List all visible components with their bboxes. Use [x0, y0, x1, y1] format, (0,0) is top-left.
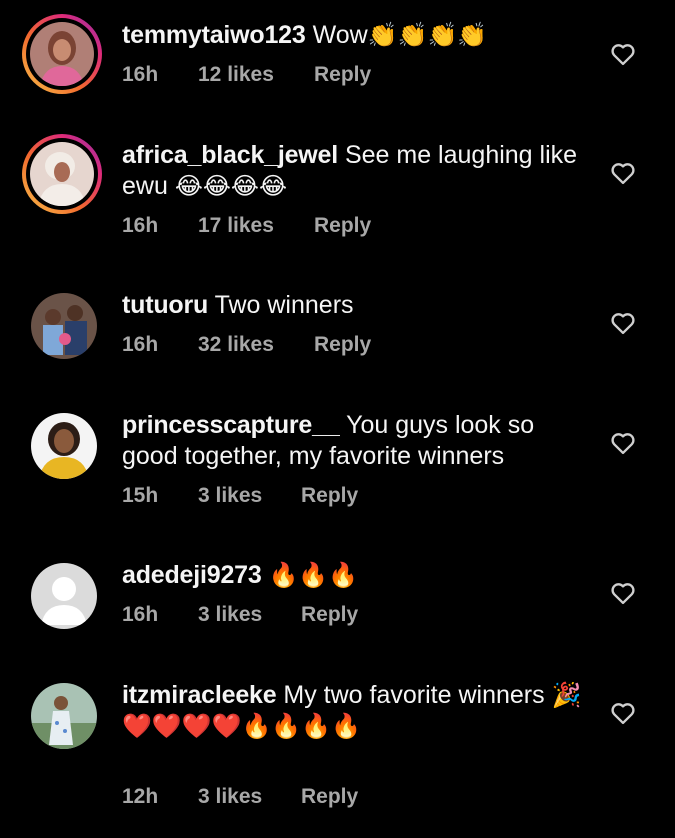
comment-username[interactable]: tutuoru	[122, 291, 208, 319]
comment-username[interactable]: itzmiracleeke	[122, 681, 277, 709]
comment-time: 15h	[122, 484, 159, 507]
heart-outline-icon[interactable]	[609, 309, 637, 337]
comment-message: My two favorite winners	[283, 681, 545, 709]
comment-text: itzmiracleeke My two favorite winners 🎉 …	[122, 680, 592, 742]
story-ring-avatar[interactable]	[22, 14, 102, 94]
comment-username[interactable]: africa_black_jewel	[122, 141, 338, 169]
comment-likes[interactable]: 3 likes	[198, 484, 301, 508]
heart-outline-icon[interactable]	[609, 159, 637, 187]
comment-meta: 16h 3 likes Reply	[122, 603, 358, 627]
comment-time: 16h	[122, 214, 159, 237]
comment-text: princesscapture__ You guys look so good …	[122, 410, 592, 472]
avatar	[31, 683, 97, 749]
avatar	[30, 142, 94, 206]
comment-likes[interactable]: 3 likes	[198, 603, 301, 627]
avatar-container[interactable]	[30, 292, 98, 360]
comment-time: 16h	[122, 333, 159, 356]
comment-username[interactable]: princesscapture__	[122, 411, 340, 439]
reply-button[interactable]: Reply	[301, 484, 358, 508]
reply-button[interactable]: Reply	[301, 785, 358, 809]
reply-button[interactable]: Reply	[314, 333, 371, 357]
comment-time: 16h	[122, 63, 159, 86]
comment-meta: 15h 3 likes Reply	[122, 484, 358, 508]
default-user-avatar-icon	[31, 563, 97, 629]
comment-text: adedeji9273 🔥🔥🔥	[122, 560, 592, 591]
avatar-container[interactable]	[30, 682, 98, 750]
comment-message: Wow	[312, 21, 368, 49]
party-popper-emoji: 🎉	[551, 681, 582, 709]
comment-meta: 16h 17 likes Reply	[122, 214, 371, 238]
comment-time: 12h	[122, 785, 159, 808]
comment-time: 16h	[122, 603, 159, 626]
hearts-and-fire-emoji: ❤️❤️❤️❤️🔥🔥🔥🔥	[122, 712, 362, 740]
heart-outline-icon[interactable]	[609, 40, 637, 68]
avatar	[31, 293, 97, 359]
avatar	[30, 22, 94, 86]
comment-text: africa_black_jewel See me laughing like …	[122, 140, 592, 202]
reply-button[interactable]: Reply	[314, 214, 371, 238]
comment-meta: 16h 12 likes Reply	[122, 63, 371, 87]
heart-outline-icon[interactable]	[609, 699, 637, 727]
avatar-container[interactable]	[30, 562, 98, 630]
story-ring-avatar[interactable]	[22, 134, 102, 214]
avatar-container[interactable]	[30, 412, 98, 480]
comment-meta: 12h 3 likes Reply	[122, 785, 358, 809]
comment-likes[interactable]: 12 likes	[198, 63, 314, 87]
heart-outline-icon[interactable]	[609, 429, 637, 457]
comment-text: temmytaiwo123 Wow👏👏👏👏	[122, 20, 592, 51]
avatar	[31, 413, 97, 479]
comment-likes[interactable]: 32 likes	[198, 333, 314, 357]
comment-username[interactable]: temmytaiwo123	[122, 21, 306, 49]
comment-meta: 16h 32 likes Reply	[122, 333, 371, 357]
comment-text: tutuoru Two winners	[122, 290, 592, 321]
comment-likes[interactable]: 17 likes	[198, 214, 314, 238]
fire-emoji: 🔥🔥🔥	[268, 561, 359, 589]
laughing-emoji: 😂😂😂😂	[174, 172, 287, 200]
heart-outline-icon[interactable]	[609, 579, 637, 607]
reply-button[interactable]: Reply	[314, 63, 371, 87]
comment-message: Two winners	[214, 291, 354, 319]
comment-username[interactable]: adedeji9273	[122, 561, 262, 589]
clapping-hands-emoji: 👏👏👏👏	[367, 21, 488, 49]
reply-button[interactable]: Reply	[301, 603, 358, 627]
comment-likes[interactable]: 3 likes	[198, 785, 301, 809]
